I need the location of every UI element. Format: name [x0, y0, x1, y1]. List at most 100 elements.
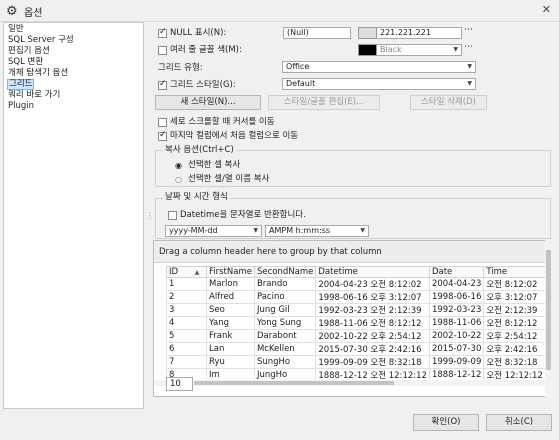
table-row[interactable]: 2 Alfred Pacino 1998-06-16 오후 3:12:07 1998-0… [166, 290, 546, 304]
column-header-secondname[interactable]: SecondName [253, 266, 317, 278]
table-cell[interactable]: Lan [206, 342, 255, 356]
chevron-down-icon: ▼ [453, 46, 458, 53]
table-cell[interactable]: 7 [166, 355, 207, 369]
nav-item-general[interactable]: 일반 [7, 24, 25, 35]
column-header-datetime[interactable]: Datetime [315, 266, 430, 278]
table-cell[interactable]: Yong Sung [253, 316, 317, 330]
nav-item-grid[interactable]: 그리드 [7, 79, 35, 90]
time-format-value: AMPM h:mm:ss [269, 226, 331, 235]
group-by-panel[interactable]: Drag a column header here to group by th… [154, 241, 551, 263]
table-cell[interactable]: Ryu [206, 355, 255, 369]
table-cell[interactable]: 오전 2:12:39 [483, 303, 546, 317]
table-cell[interactable]: 2004-04-23 오전 8:12:02 [315, 277, 430, 291]
table-cell[interactable]: 4 [166, 316, 207, 330]
table-row[interactable]: 5 Frank Darabont 2002-10-22 오후 2:54:12 2002-… [166, 329, 546, 343]
table-cell[interactable]: 1999-09-09 [428, 355, 485, 369]
nav-item-object-explorer[interactable]: 개체 탐색기 옵션 [7, 68, 69, 79]
ok-button[interactable]: 확인(O) [413, 414, 479, 431]
table-cell[interactable]: 1999-09-09 오전 8:32:18 [315, 355, 430, 369]
alt-color-text: Black [380, 45, 402, 54]
table-cell[interactable]: 오후 3:12:07 [483, 290, 546, 304]
table-cell[interactable]: 오전 8:12:02 [483, 277, 546, 291]
table-cell[interactable]: 1988-11-06 오전 8:12:12 [315, 316, 430, 330]
grid-type-label: 그리드 유형: [158, 63, 203, 73]
table-cell[interactable]: 3 [166, 303, 207, 317]
table-cell[interactable]: Marlon [206, 277, 255, 291]
table-cell[interactable]: Darabont [253, 329, 317, 343]
alt-color-value[interactable]: Black ▼ [377, 44, 462, 56]
table-cell[interactable]: Jung Gil [253, 303, 317, 317]
last-to-first-checkbox[interactable] [158, 130, 167, 141]
time-format-select[interactable]: AMPM h:mm:ss ▼ [265, 225, 369, 237]
column-header-date[interactable]: Date [428, 266, 485, 278]
page-size-input[interactable]: 10 [166, 377, 193, 391]
close-icon[interactable]: ✕ [542, 3, 551, 16]
table-cell[interactable]: 오전 8:32:18 [483, 355, 546, 369]
null-color-more-button[interactable]: ⋯ [464, 25, 473, 36]
grid-type-select[interactable]: Office ▼ [282, 61, 476, 73]
null-display-label: NULL 표시(N): [170, 28, 227, 38]
table-cell[interactable]: 1992-03-23 오전 2:12:39 [315, 303, 430, 317]
table-cell[interactable]: 오전 8:12:12 [483, 316, 546, 330]
column-header-id[interactable]: ID ▲ [166, 266, 207, 278]
table-cell[interactable]: 6 [166, 342, 207, 356]
datetime-string-checkbox[interactable] [168, 211, 177, 220]
table-cell[interactable]: 오후 2:42:16 [483, 342, 546, 356]
table-cell[interactable]: 오후 2:54:12 [483, 329, 546, 343]
table-row[interactable]: 1 Marlon Brando 2004-04-23 오전 8:12:02 2004-0… [166, 277, 546, 291]
table-cell[interactable]: 2015-07-30 오후 2:42:16 [315, 342, 430, 356]
nav-item-editor[interactable]: 편집기 옵션 [7, 46, 51, 57]
scroll-cursor-checkbox[interactable] [158, 118, 167, 127]
table-cell[interactable]: 5 [166, 329, 207, 343]
table-row[interactable]: 3 Seo Jung Gil 1992-03-23 오전 2:12:39 1992-03… [166, 303, 546, 317]
scroll-thumb[interactable] [194, 381, 394, 385]
column-header-firstname[interactable]: FirstName [206, 266, 255, 278]
delete-style-button[interactable]: 스타일 삭제(D) [410, 95, 487, 110]
table-row[interactable]: 4 Yang Yong Sung 1988-11-06 오전 8:12:12 1988-… [166, 316, 546, 330]
drag-handle-icon[interactable]: ⋮ [146, 210, 154, 221]
table-cell[interactable]: 1 [166, 277, 207, 291]
grid-style-checkbox[interactable] [158, 79, 167, 90]
table-cell[interactable]: McKellen [253, 342, 317, 356]
null-text-input[interactable]: (Null) [283, 27, 351, 39]
table-cell[interactable]: 2004-04-23 [428, 277, 485, 291]
table-cell[interactable]: Pacino [253, 290, 317, 304]
table-cell[interactable]: 1992-03-23 [428, 303, 485, 317]
table-cell[interactable]: 2 [166, 290, 207, 304]
null-display-checkbox[interactable] [158, 27, 167, 38]
copy-cell-with-header-radio[interactable]: ○ [175, 174, 182, 185]
table-cell[interactable]: 2015-07-30 [428, 342, 485, 356]
cancel-button[interactable]: 취소(C) [486, 414, 552, 431]
date-format-select[interactable]: yyyy-MM-dd ▼ [165, 225, 262, 237]
nav-item-plugin[interactable]: Plugin [7, 101, 35, 112]
nav-item-query-shortcut[interactable]: 쿼리 바로 가기 [7, 90, 61, 101]
table-cell[interactable]: 2002-10-22 [428, 329, 485, 343]
column-header-time[interactable]: Time [483, 266, 546, 278]
nav-item-sql-server[interactable]: SQL Server 구성 [7, 35, 75, 46]
table-cell[interactable]: Frank [206, 329, 255, 343]
table-cell[interactable]: 1988-11-06 [428, 316, 485, 330]
table-cell[interactable]: Yang [206, 316, 255, 330]
table-cell[interactable]: 1998-06-16 오후 3:12:07 [315, 290, 430, 304]
preview-grid[interactable]: Drag a column header here to group by th… [153, 240, 552, 397]
grid-type-value: Office [286, 62, 310, 71]
table-cell[interactable]: 1998-06-16 [428, 290, 485, 304]
grid-vertical-scrollbar[interactable] [545, 240, 552, 397]
edit-style-button[interactable]: 스타일/글꼴 편집(E)... [268, 95, 380, 110]
scroll-thumb[interactable] [546, 250, 551, 370]
grid-horizontal-scrollbar[interactable] [154, 380, 545, 386]
table-cell[interactable]: 2002-10-22 오후 2:54:12 [315, 329, 430, 343]
alt-color-more-button[interactable]: ⋯ [464, 42, 473, 53]
grid-style-select[interactable]: Default ▼ [282, 78, 476, 90]
table-cell[interactable]: Brando [253, 277, 317, 291]
copy-cell-radio[interactable]: ◉ [175, 160, 182, 171]
nav-item-sql-convert[interactable]: SQL 변환 [7, 57, 44, 68]
new-style-button[interactable]: 새 스타일(N)... [155, 95, 261, 110]
alt-color-checkbox[interactable] [158, 46, 167, 55]
table-cell[interactable]: SungHo [253, 355, 317, 369]
table-cell[interactable]: Alfred [206, 290, 255, 304]
table-cell[interactable]: Seo [206, 303, 255, 317]
null-color-value[interactable]: 221.221.221 [377, 27, 462, 39]
table-row[interactable]: 7 Ryu SungHo 1999-09-09 오전 8:32:18 1999-09-0… [166, 355, 546, 369]
table-row[interactable]: 6 Lan McKellen 2015-07-30 오후 2:42:16 2015-07… [166, 342, 546, 356]
